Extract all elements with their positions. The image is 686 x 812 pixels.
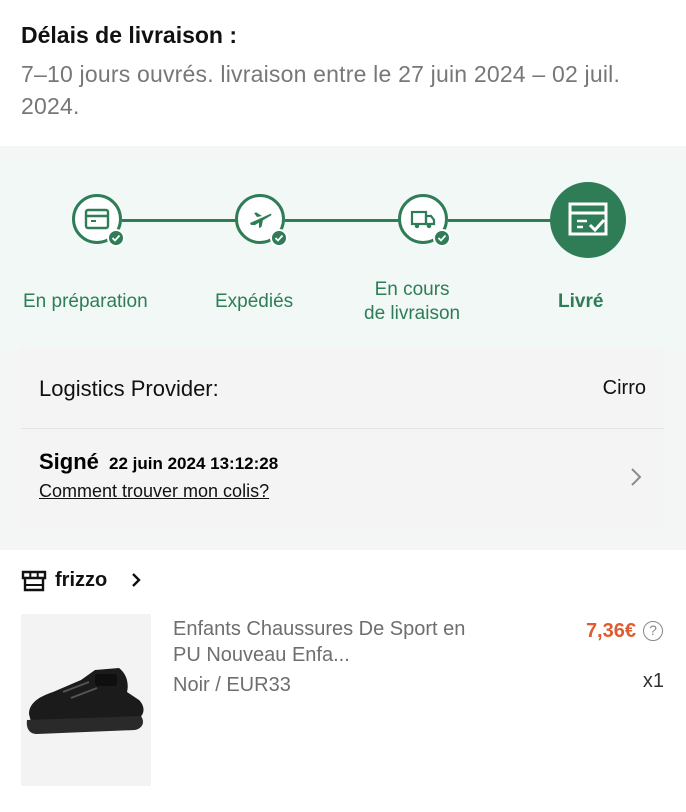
shop-section: frizzo Enfants Chaussures De Sport en PU…	[0, 550, 686, 812]
product-variant: Noir / EUR33	[173, 674, 291, 696]
tracking-status: Signé 22 juin 2024 13:12:28	[39, 449, 278, 475]
status-text: Signé	[39, 449, 99, 474]
check-icon	[270, 229, 288, 247]
delivery-title: Délais de livraison :	[21, 22, 238, 48]
provider-label: Logistics Provider:	[39, 376, 219, 401]
check-icon	[107, 229, 125, 247]
provider-row: Logistics Provider: Cirro	[21, 348, 664, 429]
chevron-right-icon[interactable]	[630, 467, 642, 487]
status-timestamp: 22 juin 2024 13:12:28	[109, 454, 279, 473]
product-price: 7,36€	[585, 620, 636, 642]
package-icon	[72, 194, 125, 247]
progress-line-1	[122, 219, 240, 222]
help-icon[interactable]: ?	[643, 621, 663, 641]
truck-icon	[398, 194, 451, 247]
product-quantity: x1	[642, 670, 664, 692]
shoe-icon	[26, 668, 144, 734]
step-label-preparation: En préparation	[23, 291, 148, 312]
step-label-in-transit: En cours de livraison	[364, 279, 461, 324]
product-image[interactable]	[21, 614, 151, 786]
find-parcel-link[interactable]: Comment trouver mon colis?	[39, 481, 269, 502]
product-title[interactable]: Enfants Chaussures De Sport en PU Nouvea…	[173, 616, 473, 668]
delivery-estimate: 7–10 jours ouvrés. livraison entre le 27…	[21, 61, 621, 119]
tracking-status-row[interactable]: Signé 22 juin 2024 13:12:28 Comment trou…	[21, 429, 664, 528]
provider-value: Cirro	[602, 377, 646, 399]
progress-line-2	[285, 219, 403, 222]
delivery-section: Délais de livraison : 7–10 jours ouvrés.…	[0, 0, 686, 146]
progress-line-3	[448, 219, 552, 222]
shop-name[interactable]: frizzo	[55, 569, 107, 592]
step-label-delivered: Livré	[558, 291, 604, 312]
store-icon	[21, 570, 47, 592]
delivered-box-icon	[550, 182, 626, 258]
chevron-right-icon[interactable]	[131, 572, 141, 588]
logistics-card: Logistics Provider: Cirro Signé 22 juin …	[21, 348, 664, 528]
tracking-progress: En préparation Expédiés En cours de livr…	[0, 160, 686, 350]
check-icon	[433, 229, 451, 247]
airplane-icon	[235, 194, 288, 247]
step-label-shipped: Expédiés	[215, 291, 294, 312]
